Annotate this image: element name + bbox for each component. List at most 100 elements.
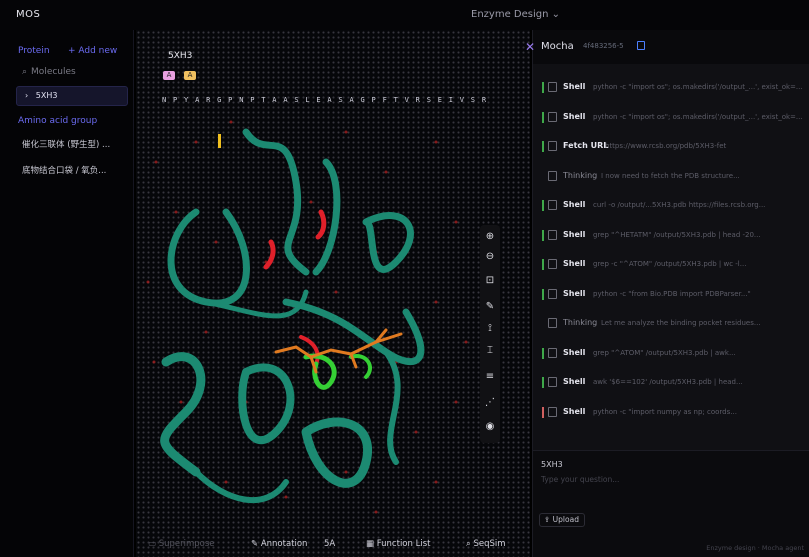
log-row[interactable]: Shell python -c "import numpy as np; coor… — [533, 399, 809, 425]
chain-chip[interactable]: A — [184, 71, 196, 80]
terminal-icon — [548, 111, 557, 122]
log-kind: Shell — [563, 200, 586, 209]
share-icon[interactable]: ⋰ — [484, 397, 496, 409]
sidebar-item-label: 5XH3 — [35, 91, 58, 100]
terminal-icon — [548, 347, 557, 358]
status-bar — [542, 347, 544, 359]
context-tag[interactable]: 5XH3 — [541, 460, 563, 469]
log-kind: Shell — [563, 259, 586, 268]
log-kind: Shell — [563, 288, 586, 298]
log-row[interactable]: Shell curl -o /output/...5XH3.pdb https:/… — [533, 192, 809, 218]
log-command: python -c "from Bio.PDB import PDBParser… — [593, 289, 751, 298]
chat-input[interactable]: Type your question... — [541, 475, 619, 484]
status-bar — [542, 377, 544, 388]
chain-chip[interactable]: A — [163, 71, 175, 80]
terminal-icon — [548, 288, 557, 299]
log-command: python -c "import os"; os.makedirs('/out… — [593, 112, 803, 121]
agent-name: Mocha — [541, 41, 574, 52]
log-kind: Shell — [563, 82, 586, 91]
log-command: grep -c "^ATOM" /output/5XH3.pdb | wc -l… — [593, 260, 747, 268]
composer-footer: Enzyme design · Mocha agent — [706, 544, 804, 552]
terminal-icon — [548, 406, 557, 417]
upload-button[interactable]: ⇪ Upload — [539, 513, 585, 527]
annotation-count: 5A — [324, 539, 336, 549]
status-bar — [542, 406, 544, 418]
log-row[interactable]: Shell awk '$6==102' /output/5XH3.pdb | he… — [533, 369, 809, 395]
pen-icon[interactable]: ✎ — [484, 301, 496, 313]
superimpose-button[interactable]: ▭ Superimpose — [148, 539, 215, 549]
search-icon: ⌕ — [22, 67, 28, 77]
terminal-icon — [548, 82, 557, 92]
molecule-title: 5XH3 — [168, 51, 193, 61]
log-kind: Shell — [563, 377, 586, 386]
log-command: awk '$6==102' /output/5XH3.pdb | head... — [593, 378, 743, 386]
log-command: Let me analyze the binding pocket residu… — [601, 319, 761, 327]
agent-activity-log[interactable]: Shell python -c "import os"; os.makedirs(… — [533, 74, 809, 444]
log-command: python -c "import os"; os.makedirs('/out… — [593, 83, 803, 91]
annotation-button[interactable]: ✎ Annotation — [251, 539, 307, 549]
water-molecules — [146, 120, 468, 514]
sidebar-item-5xh3[interactable]: › 5XH3 — [16, 86, 128, 106]
log-row[interactable]: Thinking Let me analyze the binding pocke… — [533, 310, 809, 336]
status-bar — [542, 288, 544, 300]
terminal-icon — [548, 229, 557, 240]
log-kind: Thinking — [563, 318, 598, 327]
log-command: curl -o /output/...5XH3.pdb https://file… — [593, 201, 766, 209]
zoom-in-icon[interactable]: ⊕ — [484, 231, 496, 243]
amino-acid-group-label[interactable]: Amino acid group — [18, 116, 97, 126]
log-kind: Shell — [563, 406, 586, 416]
log-command: I now need to fetch the PDB structure... — [601, 171, 740, 180]
log-row[interactable]: Shell python -c "from Bio.PDB import PDBP… — [533, 281, 809, 307]
status-bar — [542, 259, 544, 270]
fit-view-icon[interactable]: ⊡ — [484, 275, 496, 287]
log-row[interactable]: Fetch URL https://www.rcsb.org/pdb/5XH3-f… — [533, 133, 809, 159]
mocha-logo-icon: ✕ — [525, 40, 536, 54]
log-row[interactable]: Shell grep -c "^ATOM" /output/5XH3.pdb | … — [533, 251, 809, 277]
terminal-icon — [548, 377, 557, 387]
add-new-button[interactable]: + Add new — [68, 46, 117, 56]
chat-composer: 5XH3 Type your question... ⇪ Upload Enzy… — [533, 450, 809, 557]
session-id: 4f483256-5 — [583, 42, 624, 50]
agent-panel-header: ✕ Mocha 4f483256-5 — [525, 30, 809, 64]
log-kind: Shell — [563, 111, 586, 121]
terminal-icon — [548, 200, 557, 210]
agent-panel: ✕ Mocha 4f483256-5 Shell python -c "impor… — [525, 30, 809, 557]
log-row[interactable]: Shell python -c "import os"; os.makedirs(… — [533, 74, 809, 100]
log-kind: Shell — [563, 229, 586, 239]
protein-structure-render[interactable] — [136, 102, 530, 532]
copy-icon[interactable] — [637, 41, 645, 50]
log-kind: Shell — [563, 347, 586, 357]
structure-viewer[interactable]: 5XH3 A A N P Y A R G P N P T A A S L E A… — [136, 30, 530, 557]
workspace-selector[interactable]: Enzyme Design ⌄ — [471, 9, 560, 20]
status-bar — [542, 141, 544, 152]
log-row[interactable]: Shell grep "^ATOM" /output/5XH3.pdb | awk… — [533, 340, 809, 366]
sidebar: Protein + Add new ⌕ Molecules › 5XH3 Amin… — [0, 30, 134, 557]
group-link-catalytic-triad[interactable]: 催化三联体 (野生型) ... — [22, 138, 110, 150]
search-placeholder: Molecules — [31, 67, 76, 77]
status-bar — [542, 111, 544, 123]
highlighted-residues — [263, 209, 327, 366]
log-row[interactable]: Thinking I now need to fetch the PDB stru… — [533, 163, 809, 189]
eye-icon[interactable]: ◉ — [484, 421, 496, 433]
top-bar: MOS Enzyme Design ⌄ — [0, 0, 809, 30]
log-kind: Fetch URL — [563, 141, 609, 150]
terminal-icon — [548, 141, 557, 151]
function-list-button[interactable]: ▦ Function List — [366, 539, 430, 549]
measure-icon[interactable]: ⟟ — [484, 323, 496, 335]
log-row[interactable]: Shell python -c "import os"; os.makedirs(… — [533, 104, 809, 130]
ruler-icon[interactable]: ⌶ — [484, 345, 496, 357]
group-link-binding-pocket[interactable]: 底物结合口袋 / 氧负... — [22, 164, 106, 176]
molecule-search-input[interactable]: ⌕ Molecules — [16, 64, 126, 80]
seqsim-button[interactable]: ⌕ SeqSim — [466, 539, 506, 549]
terminal-icon — [548, 259, 557, 269]
protein-section-label[interactable]: Protein — [18, 46, 50, 56]
log-kind: Thinking — [563, 170, 598, 180]
log-command: python -c "import numpy as np; coords... — [593, 407, 737, 416]
n-terminus-marker — [218, 134, 221, 148]
log-row[interactable]: Shell grep "^HETATM" /output/5XH3.pdb | h… — [533, 222, 809, 248]
status-bar — [542, 82, 544, 93]
layers-icon[interactable]: ≡ — [484, 371, 496, 383]
log-command: https://www.rcsb.org/pdb/5XH3-fet — [605, 142, 727, 150]
zoom-out-icon[interactable]: ⊖ — [484, 251, 496, 263]
thinking-icon — [548, 170, 557, 181]
